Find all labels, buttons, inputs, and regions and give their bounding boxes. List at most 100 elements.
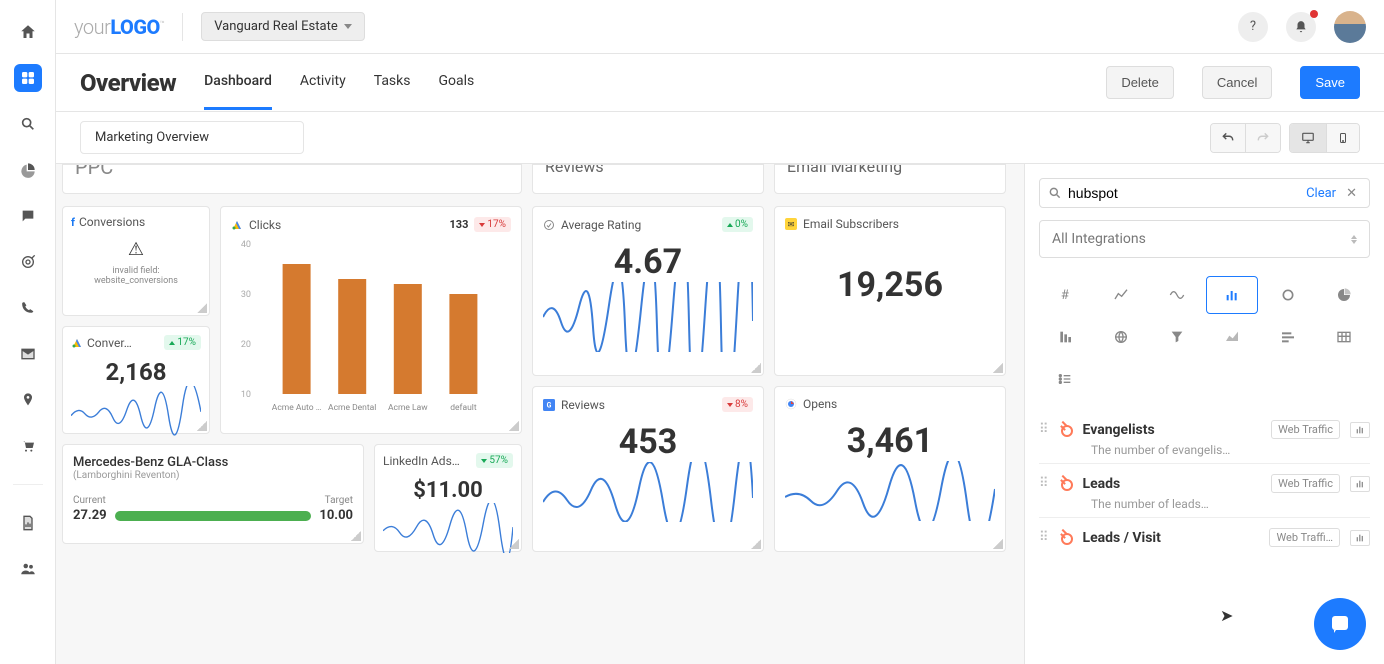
- dashboard-icon[interactable]: [14, 64, 42, 92]
- help-icon[interactable]: ?: [1238, 12, 1268, 42]
- wtype-bar[interactable]: [1206, 276, 1258, 314]
- svg-text:10: 10: [241, 390, 251, 400]
- clear-search-button[interactable]: Clear: [1306, 186, 1336, 201]
- brand-logo: yourLOGO™: [74, 15, 164, 39]
- close-search-icon[interactable]: ✕: [1342, 186, 1361, 201]
- widget-project[interactable]: Mercedes-Benz GLA-Class (Lamborghini Rev…: [62, 444, 364, 544]
- report-title-input[interactable]: Marketing Overview: [80, 121, 304, 154]
- preview-icon: [1350, 422, 1370, 438]
- wtype-donut[interactable]: [1262, 276, 1314, 314]
- redo-button: [1245, 124, 1280, 152]
- tab-tasks[interactable]: Tasks: [374, 55, 411, 110]
- widget-conversions[interactable]: Conver… 17% 2,168: [62, 326, 210, 434]
- intercom-chat-button[interactable]: [1314, 598, 1366, 650]
- mobile-view-button[interactable]: [1326, 124, 1359, 152]
- sparkline: [543, 462, 753, 522]
- pie-icon[interactable]: [14, 156, 42, 184]
- widget-avg-rating[interactable]: Average Rating 0% 4.67: [532, 206, 764, 376]
- hubspot-icon: [1059, 423, 1073, 437]
- page-title: Overview: [80, 69, 176, 97]
- drag-handle-icon[interactable]: ⠿: [1039, 476, 1049, 491]
- left-nav-rail: [0, 0, 56, 664]
- wtype-list[interactable]: [1039, 360, 1091, 398]
- tab-activity[interactable]: Activity: [300, 55, 346, 110]
- search-icon[interactable]: [14, 110, 42, 138]
- undo-button[interactable]: [1211, 124, 1245, 152]
- wtype-table[interactable]: [1318, 318, 1370, 356]
- google-icon: [785, 398, 797, 410]
- widget-reviews[interactable]: G Reviews 8% 453: [532, 386, 764, 552]
- wtype-hbar[interactable]: [1262, 318, 1314, 356]
- sparkline: [71, 386, 201, 436]
- section-ppc: PPC: [62, 164, 522, 194]
- tabs: Dashboard Activity Tasks Goals: [204, 55, 474, 110]
- drag-handle-icon[interactable]: ⠿: [1039, 530, 1049, 545]
- widget-conversions-error[interactable]: fConversions ⚠ invalid field: website_co…: [62, 206, 210, 316]
- section-reviews: Reviews: [532, 164, 764, 194]
- wtype-pie[interactable]: [1318, 276, 1370, 314]
- wtype-number[interactable]: #: [1039, 276, 1091, 314]
- rating-icon: [543, 219, 555, 231]
- wtype-funnel[interactable]: [1151, 318, 1203, 356]
- tab-dashboard[interactable]: Dashboard: [204, 55, 272, 110]
- dataset-item[interactable]: ⠿ Evangelists Web Traffic The number of …: [1039, 418, 1370, 463]
- dataset-item[interactable]: ⠿ Leads / Visit Web Traffi…: [1039, 517, 1370, 553]
- section-email: Email Marketing: [774, 164, 1006, 194]
- dataset-list: ⠿ Evangelists Web Traffic The number of …: [1039, 418, 1370, 553]
- search-icon: [1048, 186, 1062, 200]
- top-header: yourLOGO™ Vanguard Real Estate ?: [56, 0, 1384, 54]
- hubspot-icon: [1059, 477, 1073, 491]
- svg-text:20: 20: [241, 340, 251, 350]
- svg-text:Acme Auto …: Acme Auto …: [272, 403, 322, 413]
- chat-icon[interactable]: [14, 202, 42, 230]
- wtype-line[interactable]: [1095, 276, 1147, 314]
- notifications-icon[interactable]: [1286, 12, 1316, 42]
- sparkline: [785, 461, 995, 521]
- home-icon[interactable]: [14, 18, 42, 46]
- clicks-bar-chart: 10 20 30 40 Acme Auto … Acme Dental Acme Law de…: [231, 238, 511, 418]
- wtype-column[interactable]: [1039, 318, 1091, 356]
- search-box[interactable]: Clear ✕: [1039, 178, 1370, 208]
- search-input[interactable]: [1068, 185, 1300, 201]
- svg-text:30: 30: [241, 290, 251, 300]
- user-avatar[interactable]: [1334, 11, 1366, 43]
- dashboard-canvas[interactable]: PPC Reviews Email Marketing fConversions…: [56, 164, 1024, 664]
- preview-icon: [1350, 476, 1370, 492]
- phone-icon[interactable]: [14, 294, 42, 322]
- report-icon[interactable]: [14, 509, 42, 537]
- wtype-spark[interactable]: [1151, 276, 1203, 314]
- desktop-view-button[interactable]: [1290, 124, 1326, 152]
- delete-button[interactable]: Delete: [1106, 66, 1174, 99]
- widget-linkedin[interactable]: LinkedIn Ads… 57% $11.00: [374, 444, 522, 552]
- svg-text:default: default: [450, 403, 477, 413]
- tab-goals[interactable]: Goals: [438, 55, 474, 110]
- widget-clicks[interactable]: Clicks 133 17% 10203040Acme Auto …Acme D…: [220, 206, 522, 434]
- hubspot-icon: [1059, 531, 1073, 545]
- widget-email-subscribers[interactable]: ✉ Email Subscribers 19,256: [774, 206, 1006, 376]
- svg-text:G: G: [547, 401, 552, 409]
- svg-text:Acme Law: Acme Law: [388, 403, 428, 413]
- target-icon[interactable]: [14, 248, 42, 276]
- drag-handle-icon[interactable]: ⠿: [1039, 422, 1049, 437]
- tenant-dropdown[interactable]: Vanguard Real Estate: [201, 12, 365, 41]
- users-icon[interactable]: [14, 555, 42, 583]
- widget-type-grid: #: [1039, 276, 1370, 398]
- cart-icon[interactable]: [14, 432, 42, 460]
- cancel-button[interactable]: Cancel: [1202, 66, 1272, 99]
- page-subheader: Overview Dashboard Activity Tasks Goals …: [56, 54, 1384, 112]
- google-ads-icon: [71, 337, 83, 349]
- dataset-item[interactable]: ⠿ Leads Web Traffic The number of leads…: [1039, 463, 1370, 517]
- sparkline: [543, 282, 753, 352]
- svg-text:Acme Dental: Acme Dental: [328, 403, 376, 413]
- email-icon[interactable]: [14, 340, 42, 368]
- widget-opens[interactable]: Opens 3,461: [774, 386, 1006, 552]
- wtype-area[interactable]: [1206, 318, 1258, 356]
- progress-bar: [115, 511, 312, 521]
- save-button[interactable]: Save: [1300, 66, 1360, 99]
- pin-icon[interactable]: [14, 386, 42, 414]
- integration-select[interactable]: All Integrations: [1039, 220, 1370, 258]
- preview-icon: [1350, 530, 1370, 546]
- svg-text:40: 40: [241, 240, 251, 250]
- wtype-geo[interactable]: [1095, 318, 1147, 356]
- widget-picker-panel: Clear ✕ All Integrations # ⠿ Evangelists…: [1024, 164, 1384, 664]
